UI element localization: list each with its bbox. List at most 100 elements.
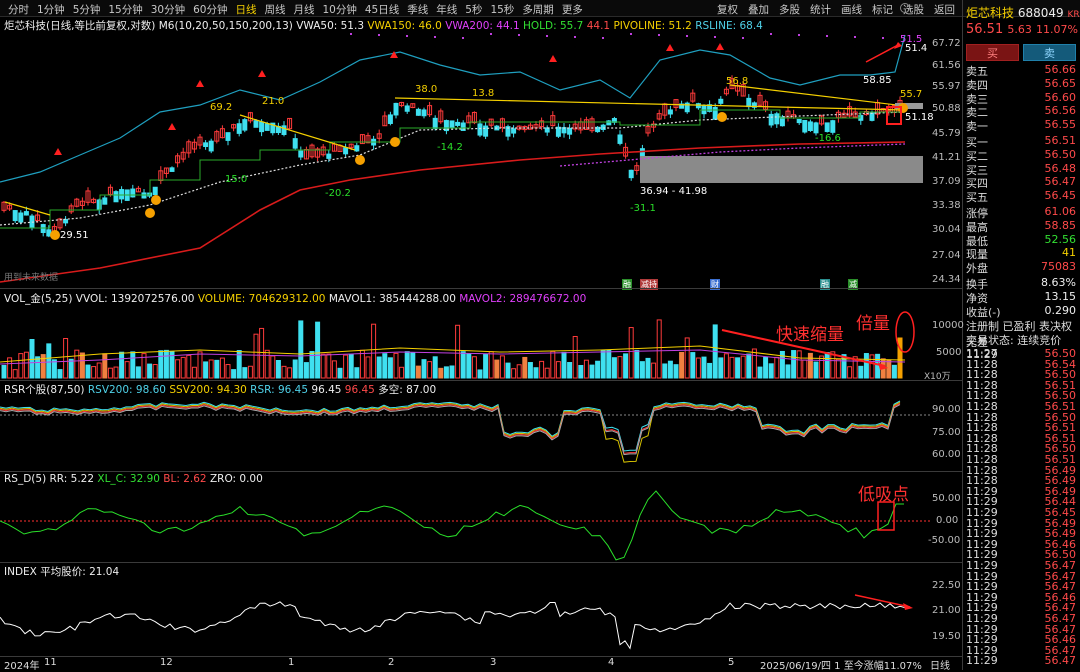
period-tab-8[interactable]: 月线: [290, 2, 319, 17]
toolbar-action-7[interactable]: 返回: [929, 2, 960, 17]
toolbar-action-2[interactable]: 多股: [774, 2, 805, 17]
period-toolbar: 分时 1分钟 5分钟 15分钟 30分钟 60分钟 日线 周线 月线 10分钟 45日线 季线 年线 5秒…: [0, 0, 1080, 17]
volume-bar: [275, 360, 281, 379]
period-tab-5[interactable]: 60分钟: [189, 2, 231, 17]
volume-bar: [505, 362, 511, 379]
arrow-icon: [865, 44, 899, 63]
signal-dot: [658, 34, 660, 36]
toolbar-action-0[interactable]: 复权: [712, 2, 743, 17]
settings-icon[interactable]: [900, 3, 910, 13]
candle: [813, 122, 819, 134]
annotation: 29.51: [60, 230, 89, 241]
candle: [343, 147, 349, 155]
volume-bar: [511, 368, 517, 379]
annotation: -16.6: [815, 133, 841, 144]
period-tab-11[interactable]: 季线: [403, 2, 432, 17]
bid-row-4: 买五 56.45: [963, 189, 1080, 204]
volume-bar: [611, 357, 617, 379]
period-tab-13[interactable]: 5秒: [461, 2, 486, 17]
period-tab-7[interactable]: 周线: [261, 2, 290, 17]
volume-bar: [847, 366, 853, 379]
annotation: 36.94 - 41.98: [640, 186, 707, 197]
bid-row-2: 买三 56.48: [963, 161, 1080, 177]
price-chart[interactable]: 29.51 69.2 21.0 15.0 -20.2 38.0 13.8 -14.2 56.8 -…: [0, 30, 962, 288]
highlight-ellipse: [895, 311, 915, 353]
period-tab-12[interactable]: 年线: [432, 2, 461, 17]
period-tab-10[interactable]: 45日线: [361, 2, 403, 17]
period-tab-2[interactable]: 5分钟: [69, 2, 105, 17]
volume-bar: [219, 357, 225, 379]
volume-bar: [175, 359, 181, 379]
bid-row-0: 买一 56.51: [963, 134, 1080, 149]
bid-row-2-value: 56.48: [1044, 161, 1077, 175]
candle: [102, 197, 108, 205]
index-chart[interactable]: [0, 575, 962, 655]
period-tab-16[interactable]: 更多: [558, 2, 587, 17]
volume-bar: [298, 320, 304, 379]
volume-bar: [270, 355, 276, 379]
period-tab-9[interactable]: 10分钟: [319, 2, 361, 17]
volume-bar: [460, 351, 466, 379]
volume-bar: [124, 361, 130, 379]
mavol1-line: [0, 345, 906, 363]
volume-bar: [320, 353, 326, 379]
annotation: 56.8: [726, 76, 748, 87]
volume-bar: [869, 354, 875, 379]
volume-bar: [147, 363, 153, 379]
price-change: 5.63: [1007, 23, 1032, 36]
divider: [0, 288, 962, 289]
volume-bar: [539, 360, 545, 379]
ask-row-1-value: 56.65: [1044, 76, 1077, 90]
ask-row-3-value: 56.56: [1044, 104, 1077, 118]
candle: [404, 105, 410, 112]
toolbar-action-5[interactable]: 标记: [867, 2, 898, 17]
candle: [768, 113, 774, 126]
rsr-chart[interactable]: [0, 393, 962, 471]
volume-bar: [679, 351, 685, 379]
toolbar-action-4[interactable]: 画线: [836, 2, 867, 17]
period-tab-6[interactable]: 日线: [232, 2, 261, 17]
candle: [830, 120, 836, 133]
volume-bar: [578, 364, 584, 379]
buy-button[interactable]: 买: [966, 44, 1019, 61]
sell-signal-icon: [168, 123, 176, 130]
tick-price: 56.47: [1044, 654, 1077, 668]
ask-row-4-key: 卖一: [966, 120, 988, 134]
volume-bar: [303, 362, 309, 379]
toolbar-action-3[interactable]: 统计: [805, 2, 836, 17]
annotation: -20.2: [325, 188, 351, 199]
period-tabs: 分时 1分钟 5分钟 15分钟 30分钟 60分钟 日线 周线 月线 10分钟 45日线 季线 年线 5秒…: [4, 2, 587, 17]
signal-dot: [350, 33, 352, 35]
volume-bar: [326, 353, 332, 379]
period-tab-1[interactable]: 1分钟: [33, 2, 69, 17]
period-tab-15[interactable]: 多周期: [518, 2, 558, 17]
volume-bar: [371, 323, 377, 379]
bid-row-3-value: 56.47: [1044, 175, 1077, 189]
volume-bar: [757, 366, 763, 379]
rsd-chart[interactable]: [0, 484, 962, 562]
volume-bar: [410, 352, 416, 379]
volume-bar: [107, 367, 113, 379]
rsr-ytick-75: 75.00: [932, 427, 961, 438]
sell-button[interactable]: 卖: [1023, 44, 1076, 61]
annotation: 51.4: [905, 43, 927, 54]
volume-bar: [527, 362, 533, 379]
candle: [208, 140, 214, 152]
period-tab-3[interactable]: 15分钟: [104, 2, 146, 17]
volume-bar: [197, 351, 203, 379]
period-tab-14[interactable]: 15秒: [486, 2, 518, 17]
volume-bar: [91, 366, 97, 379]
annotation: 69.2: [210, 102, 232, 113]
stat-row-6: 净资 13.15: [963, 290, 1080, 305]
bid-row-1: 买二 56.50: [963, 148, 1080, 163]
signal-dot: [490, 33, 492, 35]
volume-bar: [639, 361, 645, 379]
period-tab-4[interactable]: 30分钟: [147, 2, 189, 17]
x-tick: 12: [160, 657, 173, 668]
annotation: 38.0: [415, 84, 437, 95]
candle: [483, 125, 489, 137]
period-tab-0[interactable]: 分时: [4, 2, 33, 17]
stat-row-4: 外盘 75083: [963, 260, 1080, 275]
volume-bar: [651, 362, 657, 379]
toolbar-action-1[interactable]: 叠加: [743, 2, 774, 17]
